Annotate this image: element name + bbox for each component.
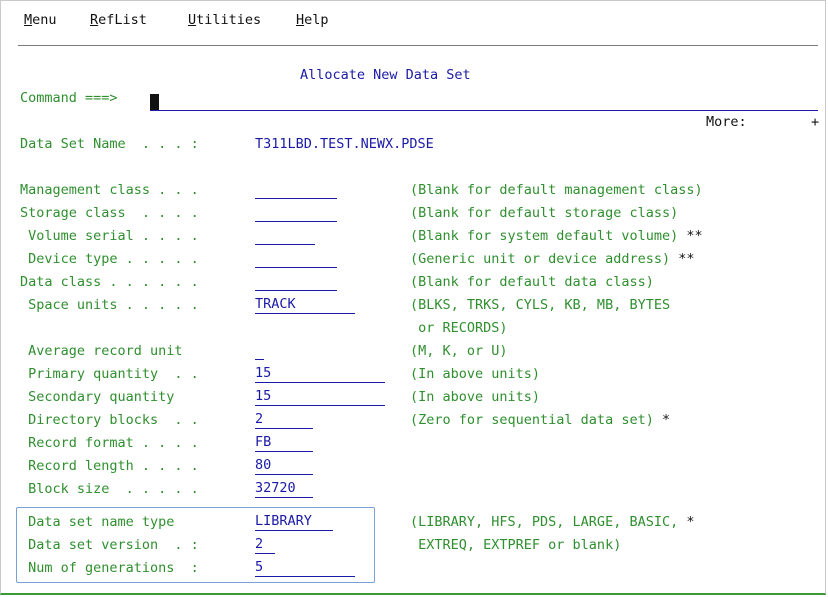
more-label: More: (706, 114, 747, 130)
primary-quantity-input[interactable]: 15 (255, 365, 385, 383)
field-label: Block size . . . . . (20, 481, 199, 497)
field-label: Data class . . . . . . (20, 274, 199, 290)
field-label: Average record unit (20, 343, 183, 359)
field-description: or RECORDS) (410, 320, 508, 336)
data-class-input[interactable] (255, 273, 337, 291)
menu-item-utilities[interactable]: Utilities (188, 12, 261, 28)
field-description: EXTREQ, EXTPREF or blank) (410, 537, 622, 553)
space-units-input[interactable]: TRACK (255, 296, 355, 314)
management-class-input[interactable] (255, 181, 337, 199)
directory-blocks-input[interactable]: 2 (255, 411, 313, 429)
field-description: (Blank for default data class) (410, 274, 654, 290)
menu-item-menu[interactable]: Menu (24, 12, 57, 28)
field-description: (BLKS, TRKS, CYLS, KB, MB, BYTES (410, 297, 671, 313)
field-label: Device type . . . . . (20, 251, 199, 267)
text-cursor (150, 94, 159, 110)
field-description: (M, K, or U) (410, 343, 508, 359)
menu-separator (18, 45, 818, 46)
field-label: Volume serial . . . . (20, 228, 199, 244)
panel-title: Allocate New Data Set (300, 67, 471, 83)
record-format-input[interactable]: FB (255, 434, 313, 452)
secondary-quantity-input[interactable]: 15 (255, 388, 385, 406)
field-label: Record format . . . . (20, 435, 199, 451)
field-label: Directory blocks . . (20, 412, 199, 428)
field-label: Secondary quantity (20, 389, 175, 405)
field-label: Record length . . . . (20, 458, 199, 474)
command-label: Command ===> (20, 90, 118, 106)
field-description: (In above units) (410, 366, 541, 382)
menu-item-reflist[interactable]: RefList (90, 12, 147, 28)
more-indicator: + (811, 114, 820, 130)
field-label: Primary quantity . . (20, 366, 199, 382)
field-description: (Blank for default storage class) (410, 205, 679, 221)
field-label: Space units . . . . . (20, 297, 199, 313)
field-description: (In above units) (410, 389, 541, 405)
field-description: (Blank for system default volume) ** (410, 228, 703, 244)
highlight-box (16, 507, 375, 583)
field-description: (LIBRARY, HFS, PDS, LARGE, BASIC, * (410, 514, 695, 530)
dsname-value: T311LBD.TEST.NEWX.PDSE (255, 136, 434, 152)
block-size-input[interactable]: 32720 (255, 480, 313, 498)
field-label: Storage class . . . . (20, 205, 199, 221)
record-length-input[interactable]: 80 (255, 457, 313, 475)
field-description: (Blank for default management class) (410, 182, 703, 198)
average-record-unit-input[interactable] (255, 342, 264, 360)
field-description: (Generic unit or device address) ** (410, 251, 695, 267)
device-type-input[interactable] (255, 250, 337, 268)
storage-class-input[interactable] (255, 204, 337, 222)
dsname-label: Data Set Name . . . : (20, 136, 199, 152)
field-label: Management class . . . (20, 182, 199, 198)
field-description: (Zero for sequential data set) * (410, 412, 671, 428)
command-input[interactable] (150, 110, 818, 111)
volume-serial-input[interactable] (255, 227, 315, 245)
menu-item-help[interactable]: Help (296, 12, 329, 28)
